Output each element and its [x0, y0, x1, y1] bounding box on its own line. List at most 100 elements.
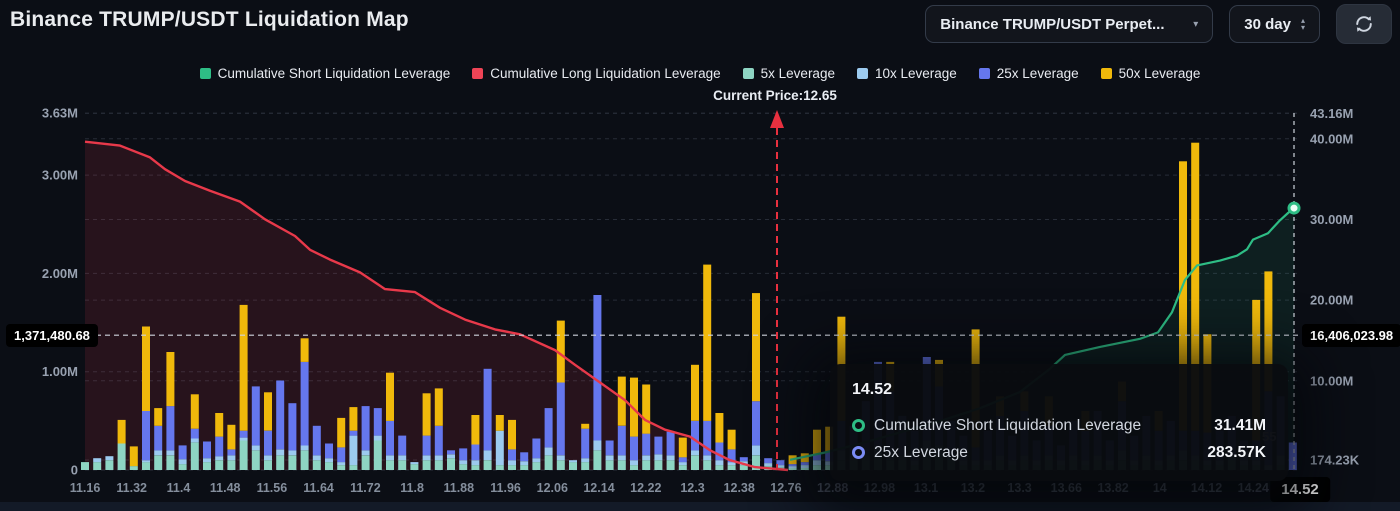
liquidation-bar [105, 460, 113, 470]
liquidation-bar [679, 465, 687, 470]
liquidation-bar [130, 466, 138, 470]
liquidation-bar [410, 464, 418, 470]
liquidation-bar [166, 406, 174, 450]
liquidation-bar [703, 460, 711, 470]
liquidation-bar [752, 445, 760, 455]
liquidation-bar [325, 462, 333, 470]
x-axis-tick: 12.98 [864, 481, 895, 495]
liquidation-bar [240, 441, 248, 471]
liquidation-bar [386, 373, 394, 421]
x-axis-tick: 12.3 [680, 481, 704, 495]
liquidation-bar [227, 455, 235, 460]
liquidation-bar [215, 437, 223, 457]
liquidation-bar [349, 407, 357, 431]
liquidation-bar [679, 462, 687, 465]
liquidation-bar [227, 460, 235, 470]
liquidation-bar [569, 462, 577, 470]
liquidation-bar [691, 450, 699, 455]
x-axis-tick: 13.82 [1097, 481, 1128, 495]
liquidation-bar [374, 408, 382, 436]
liquidation-bar [630, 465, 638, 470]
x-axis-tick: 12.06 [537, 481, 568, 495]
liquidation-bar [642, 434, 650, 456]
liquidation-bar [386, 460, 394, 470]
liquidation-bar [423, 436, 431, 456]
x-axis-tick: 11.48 [210, 481, 241, 495]
liquidation-bar [118, 420, 126, 444]
right-axis-tick: 10.00M [1310, 373, 1353, 388]
liquidation-bar [154, 450, 162, 455]
liquidation-bar [362, 455, 370, 470]
x-axis-tick: 13.66 [1051, 481, 1082, 495]
series-dot-icon [852, 446, 865, 459]
x-axis-tick: 11.72 [350, 481, 381, 495]
liquidation-bar [398, 460, 406, 470]
liquidation-bar [166, 352, 174, 406]
x-axis-tick: 11.8 [400, 481, 424, 495]
liquidation-bar [362, 406, 370, 450]
liquidation-bar [691, 455, 699, 470]
liquidation-bar [215, 456, 223, 460]
tooltip-series-value: 31.41M [1214, 417, 1266, 435]
liquidation-bar [276, 449, 284, 455]
liquidation-bar [386, 421, 394, 455]
liquidation-bar [471, 460, 479, 465]
liquidation-bar [606, 441, 614, 456]
liquidation-bar [508, 449, 516, 460]
liquidation-bar [301, 445, 309, 450]
liquidation-bar [532, 462, 540, 470]
tooltip-series-label: Cumulative Short Liquidation Leverage [874, 417, 1141, 435]
x-axis-tick: 11.56 [257, 481, 288, 495]
liquidation-bar [679, 438, 687, 458]
x-axis-tick: 13.3 [1007, 481, 1031, 495]
liquidation-bar [154, 408, 162, 426]
liquidation-bar [179, 459, 187, 464]
liquidation-bar [667, 460, 675, 470]
liquidation-bar [301, 338, 309, 362]
x-axis-tick: 14.24 [1238, 481, 1269, 495]
liquidation-bar [545, 447, 553, 455]
liquidation-bar [191, 394, 199, 428]
liquidation-bar [484, 369, 492, 451]
liquidation-bar [435, 460, 443, 470]
liquidation-bar [191, 439, 199, 443]
liquidation-bar [325, 444, 333, 459]
liquidation-bar [166, 455, 174, 470]
liquidation-bar [581, 462, 589, 470]
liquidation-bar [496, 415, 504, 431]
liquidation-bar [789, 468, 797, 470]
liquidation-bar [423, 455, 431, 460]
liquidation-bar [423, 393, 431, 435]
liquidation-bar [593, 441, 601, 451]
liquidation-bar [227, 449, 235, 455]
liquidation-bar [618, 455, 626, 460]
x-axis-tick: 13.2 [961, 481, 985, 495]
liquidation-bar [313, 426, 321, 456]
liquidation-bar [325, 458, 333, 462]
liquidation-bar [288, 403, 296, 450]
x-axis-tick: 14 [1153, 481, 1167, 495]
right-axis-tick: 20.00M [1310, 293, 1353, 308]
liquidation-bar [801, 462, 809, 465]
left-axis-tick: 2.00M [42, 266, 78, 281]
liquidation-bar [630, 437, 638, 461]
liquidation-bar [752, 401, 760, 445]
liquidation-bar [142, 411, 150, 460]
liquidation-bar [679, 457, 687, 462]
liquidation-bar [764, 463, 772, 466]
footer-strip [0, 502, 1400, 511]
liquidation-bar [740, 457, 748, 461]
tooltip-row: 25x Leverage283.57K [852, 439, 1266, 466]
liquidation-bar [642, 460, 650, 470]
liquidation-bar [642, 455, 650, 460]
liquidation-bar [581, 429, 589, 459]
x-axis-tick: 12.22 [630, 481, 661, 495]
liquidation-bar [471, 444, 479, 460]
liquidation-bar [142, 327, 150, 412]
liquidation-bar [154, 455, 162, 470]
liquidation-bar [606, 460, 614, 470]
liquidation-bar [398, 436, 406, 456]
left-axis-tick: 3.63M [42, 106, 78, 121]
liquidation-bar [398, 455, 406, 460]
liquidation-bar [789, 464, 797, 466]
